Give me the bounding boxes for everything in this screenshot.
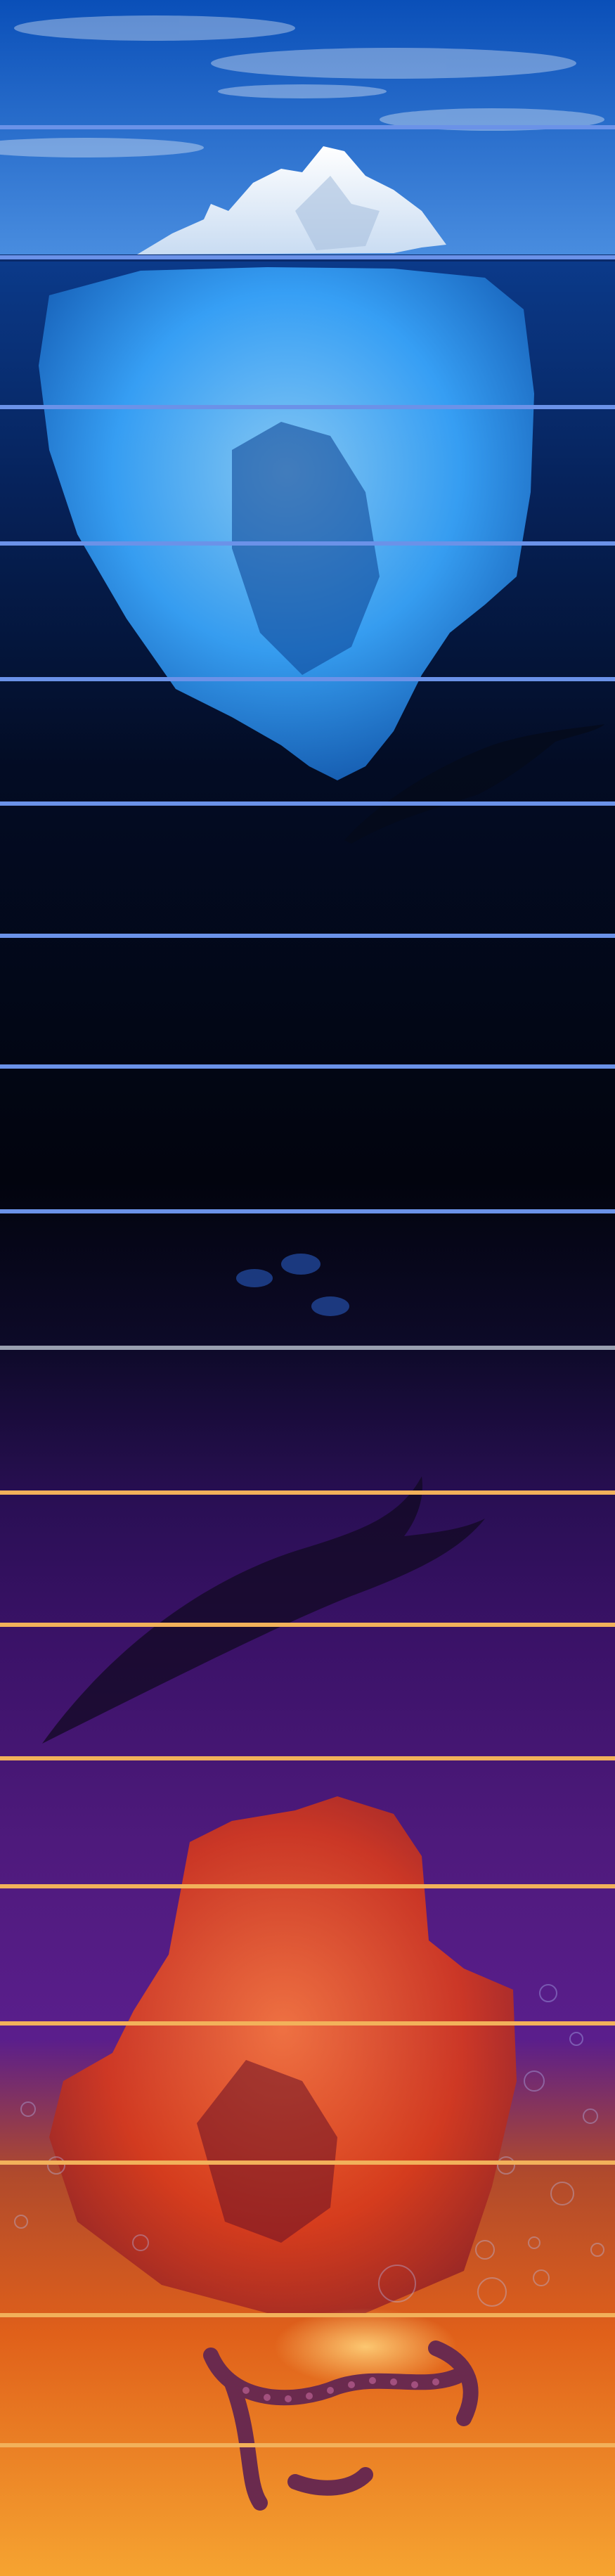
tier-divider <box>0 1064 615 1069</box>
tier-divider <box>0 541 615 546</box>
tier-divider <box>0 2313 615 2317</box>
tier-divider <box>0 1884 615 1888</box>
iceberg-illustration <box>0 0 615 2576</box>
tier-divider <box>0 405 615 409</box>
tier-divider <box>0 677 615 681</box>
tier-divider <box>0 1490 615 1495</box>
iceberg-tier-poster <box>0 0 615 2576</box>
tier-divider <box>0 125 615 129</box>
tier-divider <box>0 934 615 938</box>
tier-divider <box>0 801 615 806</box>
tier-divider <box>0 1209 615 1213</box>
tier-divider <box>0 1623 615 1627</box>
tier-divider <box>0 1346 615 1350</box>
tier-divider <box>0 2443 615 2447</box>
tier-divider <box>0 2021 615 2026</box>
tier-divider <box>0 2160 615 2165</box>
tier-divider <box>0 255 615 259</box>
tier-divider <box>0 1756 615 1760</box>
